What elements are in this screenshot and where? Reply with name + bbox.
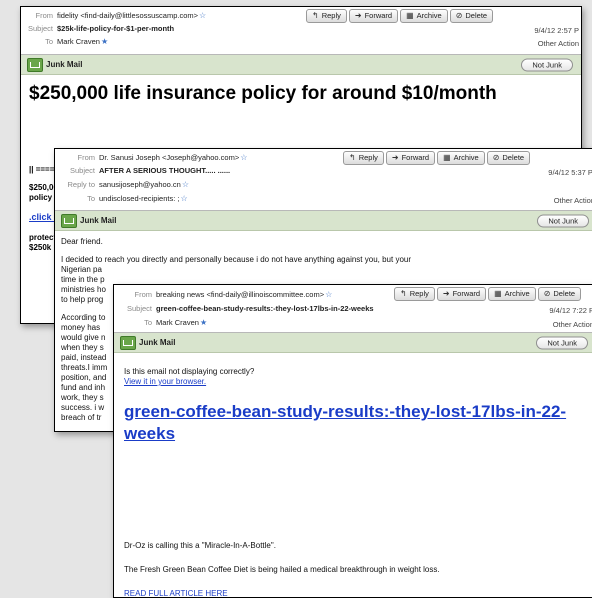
archive-button[interactable]: ▦ Archive (437, 151, 485, 165)
archive-icon: ▦ (443, 153, 451, 162)
star-icon[interactable]: ☆ (199, 11, 206, 20)
to-label: To (87, 194, 95, 203)
star-icon[interactable]: ★ (200, 318, 207, 327)
archive-button[interactable]: ▦ Archive (488, 287, 536, 301)
archive-button[interactable]: ▦ Archive (400, 9, 448, 23)
from-value[interactable]: Dr. Sanusi Joseph <Joseph@yahoo.com> (99, 153, 239, 162)
forward-icon: ➜ (442, 289, 450, 298)
not-junk-button[interactable]: Not Junk (536, 336, 588, 349)
reply-icon: ↰ (312, 11, 319, 20)
subject-label: Subject (69, 166, 95, 175)
not-junk-button[interactable]: Not Junk (537, 214, 589, 227)
junk-mail-label: Junk Mail (46, 60, 83, 69)
reply-to-value[interactable]: sanusijoseph@yahoo.cn (99, 180, 181, 189)
junk-mail-icon (61, 213, 77, 228)
message-header: From fidelity <find-daily@littlesossusca… (21, 7, 581, 55)
delete-icon: ⊘ (492, 153, 500, 162)
from-label: From (35, 11, 54, 20)
read-full-article-link[interactable]: READ FULL ARTICLE HERE (124, 589, 586, 597)
email-window-breaking-news: From breaking news <find-daily@illinoisc… (113, 284, 592, 598)
junk-mail-icon (27, 57, 43, 72)
forward-icon: ➜ (354, 11, 362, 20)
message-header: From Dr. Sanusi Joseph <Joseph@yahoo.com… (55, 149, 592, 211)
message-date: 9/4/12 2:57 P (534, 26, 579, 35)
other-actions-menu[interactable]: Other Action (538, 39, 579, 48)
separator-text: || ==== (29, 165, 55, 174)
archive-icon: ▦ (494, 289, 502, 298)
from-value[interactable]: breaking news <find-daily@illinoiscommit… (156, 290, 324, 299)
junk-mail-label: Junk Mail (80, 216, 117, 225)
reply-icon: ↰ (400, 289, 407, 298)
message-toolbar: ↰ Reply ➜ Forward ▦ Archive ⊘ Delete (343, 151, 531, 165)
message-body: Is this email not displaying correctly? … (114, 353, 592, 597)
star-icon[interactable]: ☆ (180, 194, 187, 203)
delete-icon: ⊘ (455, 11, 463, 20)
subject-label: Subject (27, 24, 53, 33)
fresh-text: The Fresh Green Bean Coffee Diet is bein… (124, 565, 440, 574)
message-date: 9/4/12 7:22 P (549, 306, 592, 315)
view-in-browser-link[interactable]: View it in your browser. (124, 377, 586, 387)
delete-icon: ⊘ (543, 289, 551, 298)
message-toolbar: ↰ Reply ➜ Forward ▦ Archive ⊘ Delete (306, 9, 494, 23)
message-header: From breaking news <find-daily@illinoisc… (114, 285, 592, 333)
subject-value: $25k-life-policy-for-$1-per-month (57, 24, 175, 33)
article-title-link[interactable]: green-coffee-bean-study-results:-they-lo… (124, 401, 586, 445)
display-question: Is this email not displaying correctly? (124, 367, 255, 376)
forward-icon: ➜ (391, 153, 399, 162)
email-headline: $250,000 life insurance policy for aroun… (29, 83, 497, 104)
junk-mail-bar: Junk Mail Not Junk (21, 55, 581, 75)
from-label: From (134, 290, 153, 299)
junk-mail-icon (120, 335, 136, 350)
greeting-text: Dear friend. (61, 237, 103, 246)
junk-mail-label: Junk Mail (139, 338, 176, 347)
to-label: To (45, 37, 53, 46)
subject-value: AFTER A SERIOUS THOUGHT..... ...... (99, 166, 231, 175)
star-icon[interactable]: ★ (101, 37, 108, 46)
reply-button[interactable]: ↰ Reply (306, 9, 347, 23)
to-value[interactable]: Mark Craven (57, 37, 100, 46)
reply-button[interactable]: ↰ Reply (394, 287, 435, 301)
to-label: To (144, 318, 152, 327)
delete-button[interactable]: ⊘ Delete (449, 9, 494, 23)
from-value[interactable]: fidelity <find-daily@littlesossuscamp.co… (57, 11, 198, 20)
star-icon[interactable]: ☆ (325, 290, 332, 299)
to-value[interactable]: Mark Craven (156, 318, 199, 327)
reply-to-label: Reply to (67, 180, 95, 189)
forward-button[interactable]: ➜ Forward (436, 287, 487, 301)
dr-oz-text: Dr-Oz is calling this a "Miracle-In-A-Bo… (124, 541, 276, 550)
forward-button[interactable]: ➜ Forward (348, 9, 399, 23)
star-icon[interactable]: ☆ (240, 153, 247, 162)
forward-button[interactable]: ➜ Forward (385, 151, 436, 165)
delete-button[interactable]: ⊘ Delete (486, 151, 531, 165)
message-toolbar: ↰ Reply ➜ Forward ▦ Archive ⊘ Delete (394, 287, 582, 301)
from-label: From (77, 153, 96, 162)
junk-mail-bar: Junk Mail Not Junk (114, 333, 592, 353)
other-actions-menu[interactable]: Other Action (554, 196, 592, 205)
reply-button[interactable]: ↰ Reply (343, 151, 384, 165)
to-value[interactable]: undisclosed-recipients: ; (99, 194, 179, 203)
reply-icon: ↰ (349, 153, 356, 162)
subject-label: Subject (126, 304, 152, 313)
archive-icon: ▦ (406, 11, 414, 20)
other-actions-menu[interactable]: Other Action (553, 320, 592, 329)
star-icon[interactable]: ☆ (182, 180, 189, 189)
junk-mail-bar: Junk Mail Not Junk (55, 211, 592, 231)
delete-button[interactable]: ⊘ Delete (537, 287, 582, 301)
subject-value: green-coffee-bean-study-results:-they-lo… (156, 304, 374, 313)
not-junk-button[interactable]: Not Junk (521, 58, 573, 71)
message-date: 9/4/12 5:37 PI (548, 168, 592, 177)
